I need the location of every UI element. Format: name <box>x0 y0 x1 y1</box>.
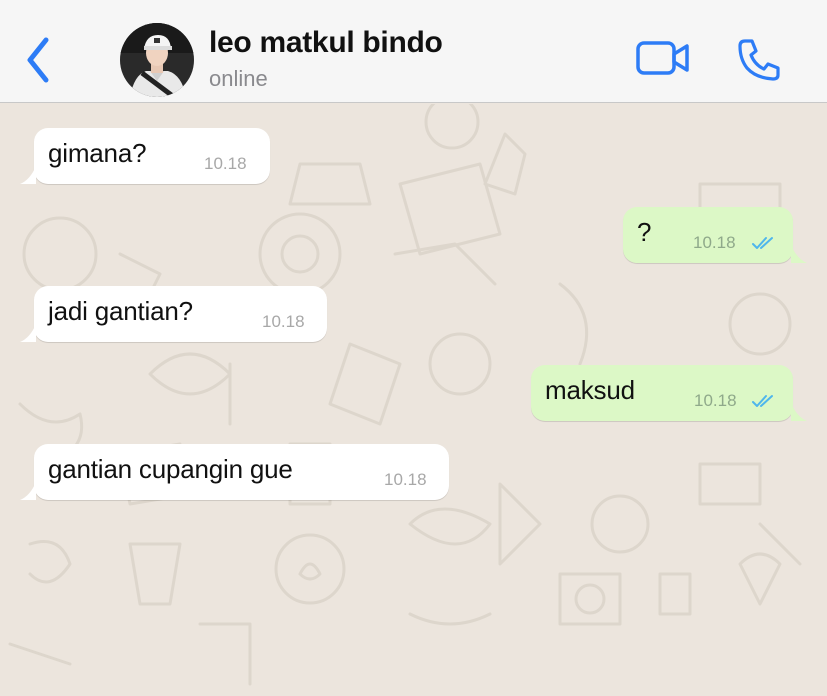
avatar[interactable] <box>120 23 194 97</box>
message-text: ? <box>637 217 652 247</box>
message-time: 10.18 <box>384 470 427 489</box>
bubble-tail <box>20 482 36 500</box>
message-text: maksud <box>545 375 635 405</box>
message-time: 10.18 <box>262 312 305 331</box>
bubble-tail <box>791 245 807 263</box>
message-bubble-outgoing[interactable]: maksud 10.18 <box>531 365 807 421</box>
chat-area[interactable]: gimana? 10.18 ? 10.18 jadi gantian? 10.1… <box>0 104 827 696</box>
bubble-tail <box>20 324 36 342</box>
message-text: gantian cupangin gue <box>48 454 293 484</box>
contact-name[interactable]: leo matkul bindo <box>209 26 443 60</box>
message-bubble-outgoing[interactable]: ? 10.18 <box>623 207 807 263</box>
video-camera-icon <box>636 41 689 75</box>
chevron-left-icon <box>27 37 49 83</box>
message-time: 10.18 <box>204 154 247 173</box>
read-receipt-icon <box>752 237 773 249</box>
message-bubble-incoming[interactable]: gantian cupangin gue 10.18 <box>20 444 449 500</box>
contact-photo <box>120 23 194 97</box>
message-bubble-incoming[interactable]: jadi gantian? 10.18 <box>20 286 327 342</box>
read-receipt-icon <box>752 395 773 407</box>
message-text: gimana? <box>48 138 147 168</box>
voice-call-button[interactable] <box>736 37 782 83</box>
video-call-button[interactable] <box>634 38 692 78</box>
bubble-tail <box>20 166 36 184</box>
message-time: 10.18 <box>693 233 736 252</box>
phone-icon <box>738 39 780 81</box>
message-text: jadi gantian? <box>48 296 193 326</box>
message-bubble-incoming[interactable]: gimana? 10.18 <box>20 128 270 184</box>
contact-status: online <box>209 66 268 91</box>
message-time: 10.18 <box>694 391 737 410</box>
back-button[interactable] <box>18 32 58 88</box>
chat-header: leo matkul bindo online <box>0 0 827 103</box>
bubble-tail <box>791 403 807 421</box>
